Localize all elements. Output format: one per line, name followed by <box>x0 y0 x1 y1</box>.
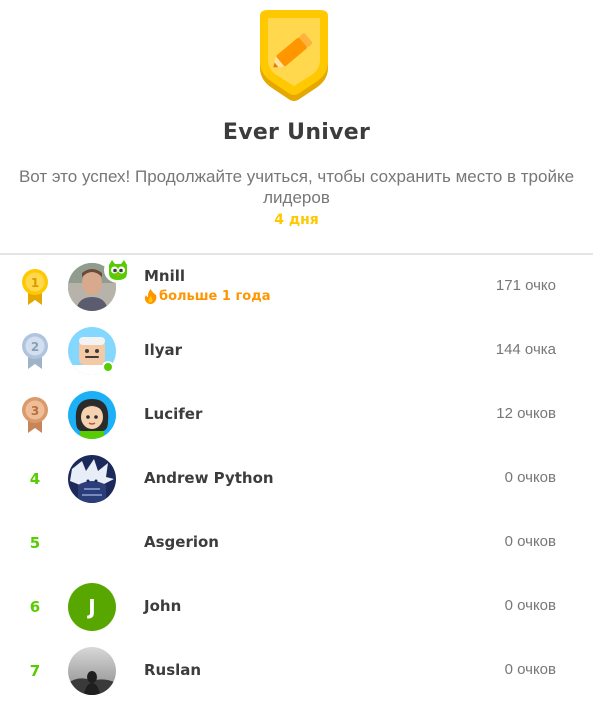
score: 12 очков <box>496 405 556 422</box>
score: 0 очков <box>504 533 556 550</box>
flame-icon <box>144 289 157 304</box>
avatar-image <box>68 455 116 503</box>
rank-label: 6 <box>29 598 41 616</box>
user-name[interactable]: Ruslan <box>144 661 201 679</box>
duo-owl-icon <box>104 257 132 283</box>
online-status-indicator <box>102 361 114 373</box>
avatar[interactable] <box>68 391 116 439</box>
league-header: Ever Univer Вот это успех! Продолжайте у… <box>0 0 593 254</box>
score: 0 очков <box>504 597 556 614</box>
svg-text:1: 1 <box>31 276 39 290</box>
league-message: Вот это успех! Продолжайте учиться, чтоб… <box>18 167 575 207</box>
leaderboard-row[interactable]: 6 J John 0 очков <box>0 575 593 639</box>
time-left: 4 дня <box>274 212 319 228</box>
league-badge-icon <box>260 10 328 101</box>
avatar-photo <box>68 647 116 695</box>
avatar[interactable] <box>68 647 116 695</box>
rank-number: 7 <box>14 651 56 691</box>
user-name[interactable]: Ilyar <box>144 341 182 359</box>
streak-label: больше 1 года <box>159 289 271 304</box>
leaderboard-row[interactable]: 1 Mnill больше 1 года 171 очко <box>0 255 593 319</box>
league-title: Ever Univer <box>222 120 371 145</box>
svg-text:2: 2 <box>31 340 39 354</box>
leaderboard-row[interactable]: 2 Ilyar 144 очка <box>0 319 593 383</box>
rank-label: 4 <box>29 470 41 488</box>
rank-number: 4 <box>14 459 56 499</box>
leaderboard-row[interactable]: 4 Andrew Python 0 очков <box>0 447 593 511</box>
bronze-medal-icon: 3 <box>22 397 48 433</box>
avatar[interactable] <box>68 455 116 503</box>
rank-medal: 3 <box>14 395 56 435</box>
rank-number: 5 <box>14 523 56 563</box>
leaderboard-row[interactable]: 3 Lucifer 12 очков <box>0 383 593 447</box>
score: 144 очка <box>495 341 556 358</box>
rank-medal: 2 <box>14 331 56 371</box>
avatar[interactable] <box>68 327 116 375</box>
streak: больше 1 года <box>144 289 270 304</box>
rank-label: 5 <box>29 534 41 552</box>
avatar[interactable]: J <box>68 583 116 631</box>
leaderboard-row[interactable]: 5 Asgerion 0 очков <box>0 511 593 575</box>
user-name[interactable]: Asgerion <box>144 533 219 551</box>
leaderboard-row[interactable]: 7 Ruslan 0 очков <box>0 639 593 703</box>
score: 0 очков <box>504 661 556 678</box>
avatar[interactable] <box>68 257 132 311</box>
rank-medal: 1 <box>14 267 56 307</box>
score: 0 очков <box>504 469 556 486</box>
score: 171 очко <box>495 277 556 294</box>
svg-text:3: 3 <box>31 404 39 418</box>
user-name[interactable]: Lucifer <box>144 405 202 423</box>
rank-label: 7 <box>29 662 41 680</box>
user-name[interactable]: Andrew Python <box>144 469 274 487</box>
avatar-letter: J <box>68 583 116 631</box>
avatar-cartoon <box>68 391 116 439</box>
silver-medal-icon: 2 <box>22 333 48 369</box>
gold-medal-icon: 1 <box>22 269 48 305</box>
user-name[interactable]: John <box>144 597 181 615</box>
rank-number: 6 <box>14 587 56 627</box>
user-name[interactable]: Mnill <box>144 267 185 285</box>
